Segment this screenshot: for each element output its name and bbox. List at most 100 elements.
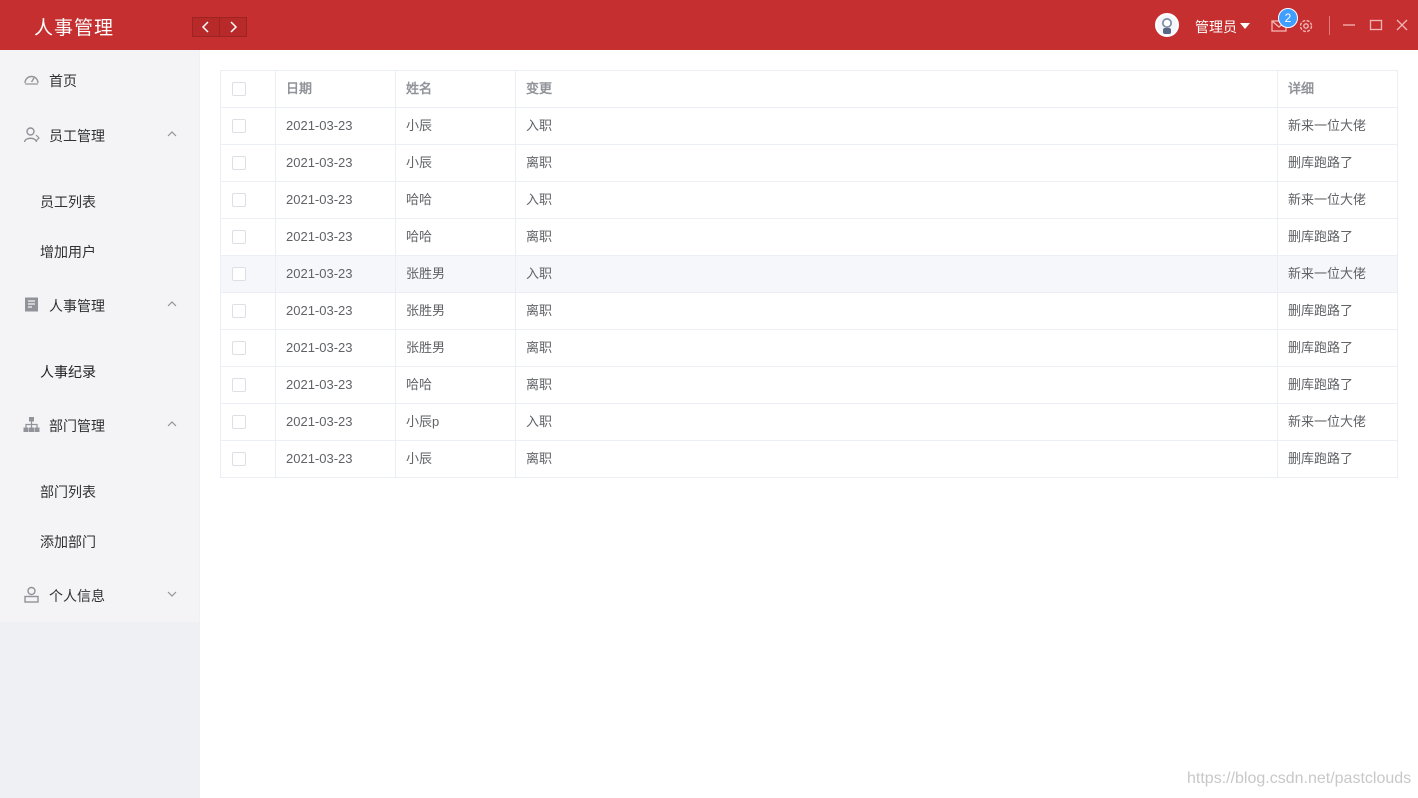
row-checkbox[interactable] bbox=[232, 378, 246, 392]
caret-down-icon[interactable] bbox=[1240, 23, 1250, 29]
person-icon bbox=[24, 586, 39, 603]
cell-name: 张胜男 bbox=[396, 256, 516, 292]
cell-date: 2021-03-23 bbox=[276, 145, 396, 181]
cell-change: 离职 bbox=[516, 219, 1278, 255]
chevron-right-icon bbox=[230, 21, 238, 33]
sidebar-group-department[interactable]: 部门管理 bbox=[0, 396, 199, 452]
row-select-cell bbox=[221, 330, 276, 366]
cell-date: 2021-03-23 bbox=[276, 182, 396, 218]
avatar-image bbox=[1162, 18, 1172, 34]
row-select-cell bbox=[221, 182, 276, 218]
sidebar-item-label: 添加部门 bbox=[40, 534, 96, 550]
cell-detail: 新来一位大佬 bbox=[1288, 192, 1367, 207]
row-select-cell bbox=[221, 367, 276, 403]
column-header-name[interactable]: 姓名 bbox=[396, 71, 516, 107]
user-icon bbox=[23, 127, 40, 143]
app-header: 人事管理 管理员 2 bbox=[0, 0, 1418, 50]
row-checkbox[interactable] bbox=[232, 452, 246, 466]
sidebar-item-label: 首页 bbox=[49, 73, 77, 89]
row-checkbox[interactable] bbox=[232, 267, 246, 281]
sidebar-item-label: 人事纪录 bbox=[40, 364, 96, 380]
gear-icon[interactable] bbox=[1297, 17, 1315, 35]
sidebar-item-department-list[interactable]: 部门列表 bbox=[0, 466, 199, 516]
table-row[interactable]: 2021-03-23 哈哈 离职 删库跑路了 bbox=[221, 367, 1397, 404]
sidebar-item-add-user[interactable]: 增加用户 bbox=[0, 226, 199, 276]
back-button[interactable] bbox=[193, 18, 219, 36]
column-header-date[interactable]: 日期 bbox=[276, 71, 396, 107]
row-checkbox[interactable] bbox=[232, 119, 246, 133]
table-body: 2021-03-23 小辰 入职 新来一位大佬 2021-03-23 小辰 离职 删库跑路了 2… bbox=[221, 108, 1397, 478]
table-row[interactable]: 2021-03-23 张胜男 离职 删库跑路了 bbox=[221, 330, 1397, 367]
cell-date: 2021-03-23 bbox=[276, 293, 396, 329]
sidebar-item-label: 员工列表 bbox=[40, 194, 96, 210]
sidebar-group-label: 人事管理 bbox=[49, 298, 105, 314]
maximize-icon[interactable] bbox=[1368, 17, 1384, 33]
table-row[interactable]: 2021-03-23 张胜男 入职 新来一位大佬 bbox=[221, 256, 1397, 293]
cell-change: 离职 bbox=[516, 441, 1278, 477]
cell-date: 2021-03-23 bbox=[276, 330, 396, 366]
cell-change: 入职 bbox=[516, 108, 1278, 144]
user-menu[interactable]: 管理员 bbox=[1195, 17, 1237, 37]
sidebar-group-employee[interactable]: 员工管理 bbox=[0, 106, 199, 162]
chevron-up-icon bbox=[167, 301, 177, 307]
forward-button[interactable] bbox=[219, 18, 246, 36]
cell-change: 离职 bbox=[516, 293, 1278, 329]
row-select-cell bbox=[221, 404, 276, 440]
row-checkbox[interactable] bbox=[232, 230, 246, 244]
cell-detail: 新来一位大佬 bbox=[1288, 118, 1367, 133]
cell-change: 离职 bbox=[516, 367, 1278, 403]
table-row[interactable]: 2021-03-23 哈哈 离职 删库跑路了 bbox=[221, 219, 1397, 256]
row-checkbox[interactable] bbox=[232, 193, 246, 207]
cell-change: 入职 bbox=[516, 182, 1278, 218]
cell-name: 张胜男 bbox=[396, 330, 516, 366]
cell-date: 2021-03-23 bbox=[276, 256, 396, 292]
sidebar-item-employee-list[interactable]: 员工列表 bbox=[0, 176, 199, 226]
document-icon bbox=[25, 297, 38, 312]
sidebar-group-label: 个人信息 bbox=[49, 588, 105, 604]
cell-detail: 删库跑路了 bbox=[1288, 303, 1354, 318]
sidebar-item-add-department[interactable]: 添加部门 bbox=[0, 516, 199, 566]
cell-change: 离职 bbox=[516, 330, 1278, 366]
cell-detail: 删库跑路了 bbox=[1288, 451, 1354, 466]
row-select-cell bbox=[221, 256, 276, 292]
table-row[interactable]: 2021-03-23 小辰 离职 删库跑路了 bbox=[221, 145, 1397, 182]
cell-detail: 新来一位大佬 bbox=[1288, 266, 1367, 281]
org-chart-icon bbox=[23, 417, 40, 432]
sidebar-item-label: 增加用户 bbox=[40, 244, 96, 260]
minimize-icon[interactable] bbox=[1341, 17, 1357, 33]
records-table: 日期 姓名 变更 详细 2021-03-23 小辰 入职 新来一位大佬 2021-03-… bbox=[220, 70, 1398, 478]
row-checkbox[interactable] bbox=[232, 415, 246, 429]
table-row[interactable]: 2021-03-23 小辰p 入职 新来一位大佬 bbox=[221, 404, 1397, 441]
column-header-detail[interactable]: 详细 bbox=[1278, 71, 1397, 107]
sidebar-item-personnel-records[interactable]: 人事纪录 bbox=[0, 346, 199, 396]
select-all-checkbox[interactable] bbox=[232, 82, 246, 96]
table-row[interactable]: 2021-03-23 哈哈 入职 新来一位大佬 bbox=[221, 182, 1397, 219]
sidebar-group-personnel[interactable]: 人事管理 bbox=[0, 276, 199, 332]
cell-name: 张胜男 bbox=[396, 293, 516, 329]
sidebar: 首页 员工管理 员工列表 增加用户 人事管理 人事纪录 部门管理 部门列表 添加… bbox=[0, 50, 199, 622]
table-row[interactable]: 2021-03-23 小辰 离职 删库跑路了 bbox=[221, 441, 1397, 478]
cell-detail: 删库跑路了 bbox=[1288, 229, 1354, 244]
sidebar-item-home[interactable]: 首页 bbox=[0, 51, 199, 107]
dashboard-icon bbox=[24, 75, 39, 85]
header-divider bbox=[1329, 16, 1330, 35]
row-select-cell bbox=[221, 108, 276, 144]
close-icon[interactable] bbox=[1394, 17, 1410, 33]
table-row[interactable]: 2021-03-23 张胜男 离职 删库跑路了 bbox=[221, 293, 1397, 330]
notification-badge: 2 bbox=[1278, 8, 1298, 28]
avatar[interactable] bbox=[1155, 13, 1179, 37]
app-title: 人事管理 bbox=[34, 18, 115, 39]
column-header-change[interactable]: 变更 bbox=[516, 71, 1278, 107]
row-checkbox[interactable] bbox=[232, 341, 246, 355]
sidebar-group-profile[interactable]: 个人信息 bbox=[0, 566, 199, 622]
cell-detail: 删库跑路了 bbox=[1288, 340, 1354, 355]
history-nav bbox=[192, 17, 247, 37]
row-checkbox[interactable] bbox=[232, 304, 246, 318]
table-row[interactable]: 2021-03-23 小辰 入职 新来一位大佬 bbox=[221, 108, 1397, 145]
row-select-cell bbox=[221, 145, 276, 181]
table-header-row: 日期 姓名 变更 详细 bbox=[221, 71, 1397, 108]
cell-name: 哈哈 bbox=[396, 367, 516, 403]
cell-name: 小辰 bbox=[396, 145, 516, 181]
row-checkbox[interactable] bbox=[232, 156, 246, 170]
cell-change: 离职 bbox=[516, 145, 1278, 181]
